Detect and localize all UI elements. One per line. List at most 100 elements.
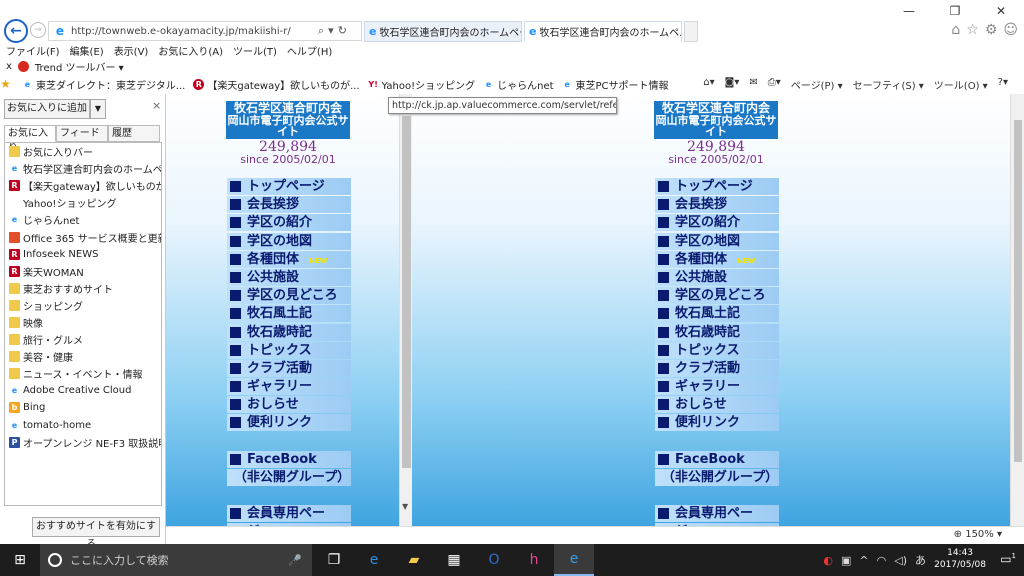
site-title[interactable]: 牧石学区連合町内会 岡山市電子町内会公式サ イト bbox=[654, 101, 778, 139]
close-window-button[interactable]: ✕ bbox=[978, 0, 1024, 22]
scroll-thumb[interactable] bbox=[1014, 120, 1022, 462]
member-page-button[interactable]: 会員専用ペー bbox=[655, 505, 779, 522]
address-tools[interactable]: ⌕▾↻ bbox=[318, 24, 351, 38]
tab-feeds[interactable]: フィード bbox=[56, 125, 108, 142]
clock[interactable]: 14:43 2017/05/08 bbox=[934, 547, 986, 571]
site-title[interactable]: 牧石学区連合町内会 岡山市電子町内会公式サ イト bbox=[226, 101, 350, 139]
menu-links[interactable]: 便利リンク bbox=[655, 414, 779, 432]
menu-fudoki[interactable]: 牧石風土記 bbox=[227, 305, 351, 323]
menu-view[interactable]: 表示(V) bbox=[114, 43, 149, 58]
safety-menu[interactable]: セーフティ(S) ▾ bbox=[853, 77, 924, 92]
minimize-button[interactable]: — bbox=[886, 0, 932, 22]
trend-label[interactable]: Trend ツールバー ▾ bbox=[35, 59, 124, 74]
list-item[interactable]: 旅行・グルメ bbox=[5, 331, 161, 348]
ime-icon[interactable]: あ bbox=[915, 552, 926, 568]
menu-gallery[interactable]: ギャラリー bbox=[655, 378, 779, 396]
tab-1[interactable]: e 牧石学区連合町内会のホームページ bbox=[364, 21, 522, 42]
list-item[interactable]: R【楽天gateway】欲しいものがきっと... bbox=[5, 177, 161, 194]
list-item[interactable]: Pオープンレンジ NE-F3 取扱説明書 ... bbox=[5, 434, 161, 451]
network-icon[interactable]: ◠ bbox=[877, 554, 887, 567]
facebook-sub[interactable]: （非公開グループ） bbox=[227, 469, 351, 487]
menu-intro[interactable]: 学区の紹介 bbox=[655, 214, 779, 232]
menu-top-page[interactable]: トップページ bbox=[655, 178, 779, 195]
menu-fudoki[interactable]: 牧石風土記 bbox=[655, 305, 779, 323]
menu-facilities[interactable]: 公共施設 bbox=[655, 268, 779, 286]
menu-saijiki[interactable]: 牧石歳時記 bbox=[227, 323, 351, 341]
windows-start-icon[interactable]: ⊞ bbox=[0, 544, 40, 576]
file-explorer-icon[interactable]: ▰ bbox=[394, 544, 434, 576]
rss-icon[interactable]: ◙▾ bbox=[725, 77, 740, 92]
tools-menu[interactable]: ツール(O) ▾ bbox=[934, 77, 988, 92]
menu-news[interactable]: おしらせ bbox=[227, 396, 351, 414]
list-item[interactable]: 東芝おすすめサイト bbox=[5, 280, 161, 297]
home-icon[interactable]: ⌂▾ bbox=[703, 77, 714, 92]
smiley-icon[interactable]: ☺ bbox=[1003, 22, 1018, 38]
menu-links[interactable]: 便利リンク bbox=[227, 414, 351, 432]
facebook-sub[interactable]: （非公開グループ） bbox=[655, 469, 779, 487]
menu-topics[interactable]: トピックス bbox=[227, 341, 351, 359]
facebook-button[interactable]: FaceBook bbox=[655, 451, 779, 468]
menu-favorites[interactable]: お気に入り(A) bbox=[158, 43, 223, 58]
fav-link[interactable]: e 東芝ダイレクト：東芝デジタル... bbox=[22, 77, 186, 92]
fav-link[interactable]: e 東芝PCサポート情報 bbox=[562, 77, 668, 92]
list-item[interactable]: e 牧石学区連合町内会のホームページ bbox=[5, 160, 161, 177]
menu-tools[interactable]: ツール(T) bbox=[233, 43, 277, 58]
store-icon[interactable]: ▦ bbox=[434, 544, 474, 576]
print-icon[interactable]: ⎙▾ bbox=[768, 77, 781, 92]
add-to-favorites-button[interactable]: お気に入りに追加 bbox=[4, 99, 90, 119]
address-field[interactable]: e http://townweb.e-okayamacity.jp/makiis… bbox=[48, 21, 362, 41]
notification-center-icon[interactable]: ▭1 bbox=[1000, 552, 1016, 566]
list-item[interactable]: 美容・健康 bbox=[5, 348, 161, 365]
antivirus-icon[interactable]: ◐ bbox=[823, 554, 833, 567]
menu-facilities[interactable]: 公共施設 bbox=[227, 268, 351, 286]
list-item[interactable]: e tomato-home bbox=[5, 417, 161, 434]
menu-intro[interactable]: 学区の紹介 bbox=[227, 214, 351, 232]
forward-button[interactable]: → bbox=[30, 22, 46, 38]
scroll-down-icon[interactable]: ▼ bbox=[402, 502, 408, 511]
close-sidebar-icon[interactable]: × bbox=[152, 99, 161, 112]
refresh-icon[interactable]: ↻ bbox=[338, 24, 351, 37]
edge-icon[interactable]: e bbox=[354, 544, 394, 576]
new-tab-button[interactable] bbox=[684, 21, 698, 42]
gear-icon[interactable]: ⚙ bbox=[985, 22, 998, 38]
outlook-icon[interactable]: O bbox=[474, 544, 514, 576]
menu-news[interactable]: おしらせ bbox=[655, 396, 779, 414]
back-button[interactable]: ← bbox=[4, 19, 28, 43]
facebook-button[interactable]: FaceBook bbox=[227, 451, 351, 468]
list-item[interactable]: Office 365 サービス概要と更新 bbox=[5, 228, 161, 245]
menu-edit[interactable]: 編集(E) bbox=[70, 43, 104, 58]
list-item[interactable]: R 楽天WOMAN bbox=[5, 263, 161, 280]
list-item[interactable]: R Infoseek NEWS bbox=[5, 246, 161, 263]
tab-history[interactable]: 履歴 bbox=[108, 125, 160, 142]
list-item[interactable]: 映像 bbox=[5, 314, 161, 331]
menu-greeting[interactable]: 会長挨拶 bbox=[227, 196, 351, 214]
hpb-icon[interactable]: h bbox=[514, 544, 554, 576]
zoom-level[interactable]: ⊕ 150% ▾ bbox=[954, 529, 1002, 540]
volume-icon[interactable]: ◁) bbox=[894, 554, 907, 567]
fav-link[interactable]: R 【楽天gateway】欲しいものが... bbox=[193, 77, 360, 92]
add-favorites-dropdown-icon[interactable]: ▼ bbox=[90, 99, 106, 119]
enable-suggested-sites-button[interactable]: おすすめサイトを有効にする... bbox=[32, 517, 160, 550]
menu-saijiki[interactable]: 牧石歳時記 bbox=[655, 323, 779, 341]
help-menu-icon[interactable]: ?▾ bbox=[998, 77, 1008, 92]
list-item[interactable]: お気に入りバー bbox=[5, 143, 161, 160]
tab-favorites[interactable]: お気に入り bbox=[4, 125, 56, 154]
menu-gallery[interactable]: ギャラリー bbox=[227, 378, 351, 396]
url-text[interactable]: http://townweb.e-okayamacity.jp/makiishi… bbox=[71, 26, 291, 37]
menu-sights[interactable]: 学区の見どころ bbox=[227, 287, 351, 305]
member-page-button[interactable]: 会員専用ペー bbox=[227, 505, 351, 522]
search-icon[interactable]: ⌕ bbox=[318, 24, 328, 37]
menu-top-page[interactable]: トップページ bbox=[227, 178, 351, 195]
task-view-icon[interactable]: ❐ bbox=[314, 544, 354, 576]
list-item[interactable]: e じゃらんnet bbox=[5, 211, 161, 228]
menu-sights[interactable]: 学区の見どころ bbox=[655, 287, 779, 305]
menu-clubs[interactable]: クラブ活動 bbox=[227, 359, 351, 377]
menu-map[interactable]: 学区の地図 bbox=[227, 232, 351, 250]
list-item[interactable]: b Bing bbox=[5, 399, 161, 416]
mail-icon[interactable]: ✉ bbox=[749, 77, 757, 92]
home-icon[interactable]: ⌂ bbox=[951, 22, 960, 38]
list-item[interactable]: Y! Yahoo!ショッピング bbox=[5, 194, 161, 211]
page-scrollbar[interactable] bbox=[1010, 94, 1024, 526]
page-menu[interactable]: ページ(P) ▾ bbox=[791, 77, 843, 92]
favorites-star-icon[interactable]: ☆ bbox=[966, 22, 979, 38]
